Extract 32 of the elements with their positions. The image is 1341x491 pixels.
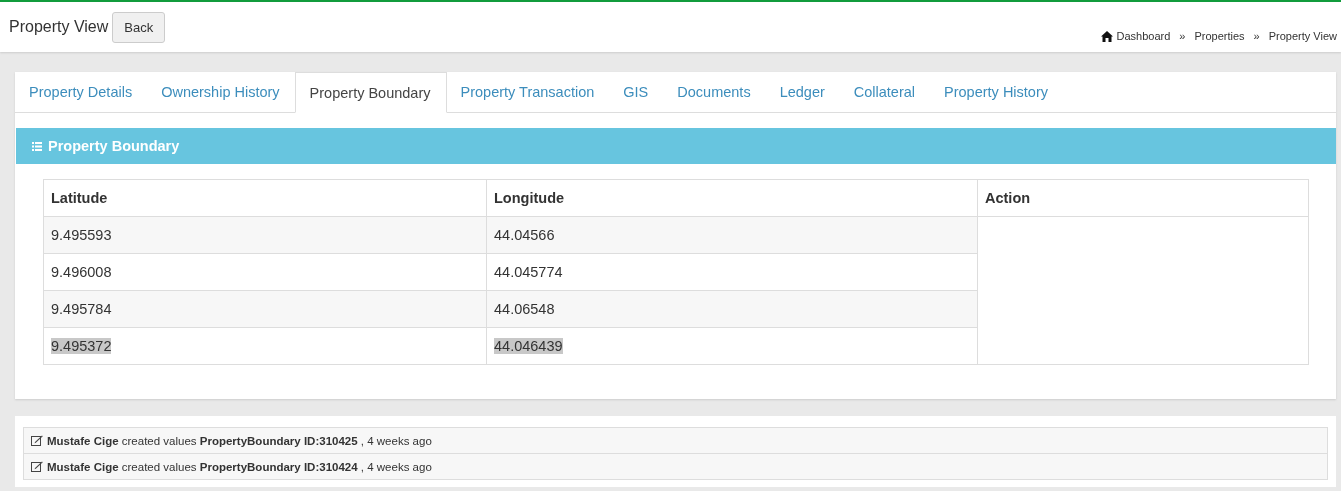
column-header: Latitude <box>43 179 487 217</box>
table-cell: 9.495372 <box>43 327 487 365</box>
home-icon <box>1100 30 1113 42</box>
list-icon <box>32 141 42 151</box>
tab[interactable]: Property Details <box>15 72 148 113</box>
tab[interactable]: Property Transaction <box>446 72 610 113</box>
edit-icon <box>31 461 43 472</box>
back-button[interactable]: Back <box>112 11 166 43</box>
table-cell: 9.495784 <box>43 290 487 328</box>
table-cell: 9.495593 <box>43 216 487 254</box>
tab[interactable]: Documents <box>663 72 766 113</box>
activity-entry: Mustafe Cige created values PropertyBoundary ID:310424 , 4 weeks ago <box>47 460 432 473</box>
tab[interactable]: Property Boundary <box>294 72 447 113</box>
edit-icon <box>31 435 43 446</box>
tab[interactable]: Ownership History <box>147 72 295 113</box>
breadcrumb-separator: » <box>1253 30 1260 42</box>
breadcrumb-link[interactable]: Properties <box>1194 30 1245 42</box>
column-header: Action <box>977 179 1309 217</box>
table-cell: 9.496008 <box>43 253 487 291</box>
activity-entry: Mustafe Cige created values PropertyBoundary ID:310425 , 4 weeks ago <box>47 434 432 447</box>
table-cell: 44.04566 <box>486 216 978 254</box>
tab[interactable]: GIS <box>609 72 664 113</box>
column-header: Longitude <box>486 179 978 217</box>
panel-title: Property Boundary <box>48 138 180 154</box>
tab[interactable]: Collateral <box>839 72 931 113</box>
breadcrumb-separator: » <box>1179 30 1186 42</box>
breadcrumb-link[interactable]: Property View <box>1268 30 1337 42</box>
tab[interactable]: Property History <box>930 72 1063 113</box>
breadcrumb-link[interactable]: Dashboard <box>1116 30 1171 42</box>
tab[interactable]: Ledger <box>765 72 840 113</box>
table-cell: 44.06548 <box>486 290 978 328</box>
page-title: Property View <box>9 18 109 36</box>
